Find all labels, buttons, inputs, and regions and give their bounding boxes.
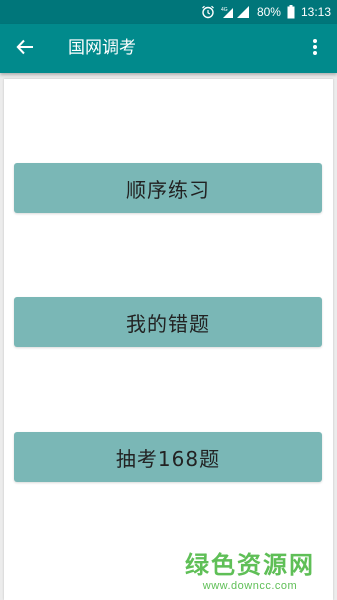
- sequential-practice-label: 顺序练习: [126, 177, 210, 202]
- app-bar: 国网调考: [0, 24, 337, 73]
- overflow-menu-icon: [312, 38, 318, 60]
- page-title: 国网调考: [68, 38, 136, 58]
- status-icons: 4G 80% 13:13: [201, 0, 331, 24]
- my-mistakes-button[interactable]: 我的错题: [14, 297, 322, 347]
- watermark-title: 绿色资源网: [185, 551, 315, 579]
- overflow-menu-button[interactable]: [303, 34, 327, 64]
- watermark-url: www.downcc.com: [202, 580, 298, 592]
- random-test-button[interactable]: 抽考168题: [14, 432, 322, 482]
- status-bar: 4G 80% 13:13: [0, 0, 337, 24]
- my-mistakes-label: 我的错题: [126, 311, 210, 336]
- sequential-practice-button[interactable]: 顺序练习: [14, 163, 322, 213]
- random-test-label: 抽考168题: [115, 446, 221, 471]
- battery-percent: 80%: [256, 5, 281, 19]
- alarm-icon: [201, 5, 215, 19]
- signal-icon: 4G: [221, 5, 251, 19]
- svg-text:4G: 4G: [221, 7, 228, 13]
- back-button[interactable]: [10, 34, 40, 64]
- back-arrow-icon: [16, 38, 34, 60]
- battery-icon: [287, 5, 295, 19]
- watermark: 绿色资源网 www.downcc.com: [185, 545, 315, 592]
- clock: 13:13: [300, 5, 331, 19]
